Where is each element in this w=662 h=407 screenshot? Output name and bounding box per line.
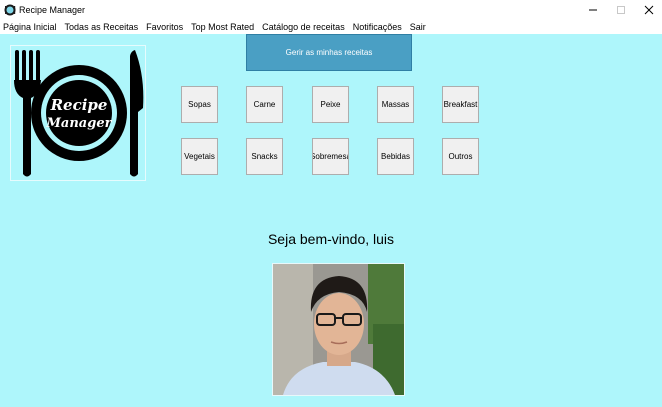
- menu-item-catalogo[interactable]: Catálogo de receitas: [258, 20, 349, 34]
- manage-my-recipes-button[interactable]: Gerir as minhas receitas: [246, 34, 412, 71]
- logo-text-line2: Manager: [46, 116, 113, 131]
- category-bebidas-button[interactable]: Bebidas: [377, 138, 414, 175]
- minimize-icon: [589, 9, 597, 11]
- category-outros-button[interactable]: Outros: [442, 138, 479, 175]
- category-breakfast-button[interactable]: Breakfast: [442, 86, 479, 123]
- user-photo: [273, 264, 404, 395]
- menu-item-todas-receitas[interactable]: Todas as Receitas: [61, 20, 143, 34]
- menu-item-notificacoes[interactable]: Notificações: [349, 20, 406, 34]
- welcome-message: Seja bem-vindo, luis: [267, 231, 395, 247]
- user-avatar: [272, 263, 405, 396]
- close-button[interactable]: [634, 0, 662, 20]
- title-bar: Recipe Manager: [0, 0, 662, 20]
- category-massas-button[interactable]: Massas: [377, 86, 414, 123]
- menu-bar: Página Inicial Todas as Receitas Favorit…: [0, 20, 662, 34]
- window-title: Recipe Manager: [19, 5, 86, 15]
- category-sopas-button[interactable]: Sopas: [181, 86, 218, 123]
- minimize-button[interactable]: [578, 0, 608, 20]
- menu-item-pagina-inicial[interactable]: Página Inicial: [0, 20, 61, 34]
- maximize-button[interactable]: [606, 0, 636, 20]
- category-vegetais-button[interactable]: Vegetais: [181, 138, 218, 175]
- app-icon: [4, 4, 16, 16]
- menu-item-sair[interactable]: Sair: [406, 20, 430, 34]
- category-sobremesa-button[interactable]: Sobremesa: [312, 138, 349, 175]
- logo-graphic: Recipe Manager: [14, 50, 144, 177]
- menu-item-top-rated[interactable]: Top Most Rated: [187, 20, 258, 34]
- close-icon: [644, 5, 654, 15]
- category-peixe-button[interactable]: Peixe: [312, 86, 349, 123]
- category-snacks-button[interactable]: Snacks: [246, 138, 283, 175]
- logo-text-line1: Recipe: [50, 96, 108, 114]
- recipe-manager-logo: Recipe Manager: [10, 45, 146, 181]
- maximize-icon: [617, 6, 625, 14]
- menu-item-favoritos[interactable]: Favoritos: [142, 20, 187, 34]
- category-carne-button[interactable]: Carne: [246, 86, 283, 123]
